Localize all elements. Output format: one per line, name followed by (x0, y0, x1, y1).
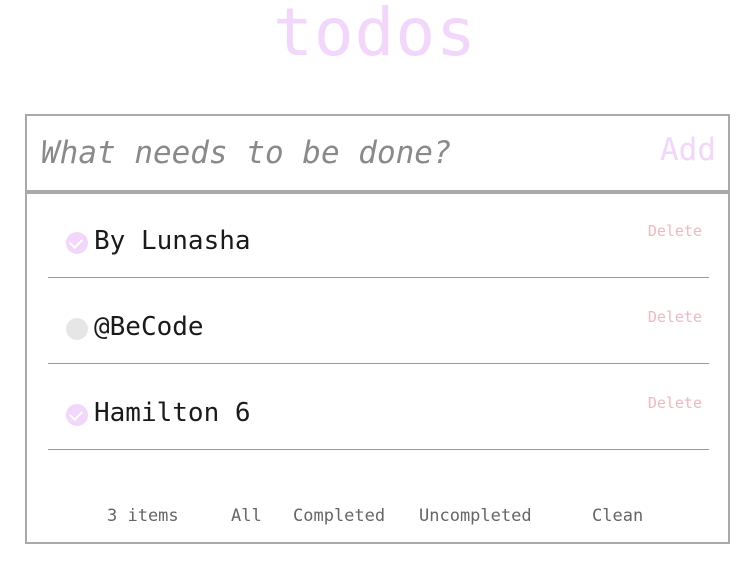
app-title: todos (273, 0, 477, 71)
todo-app: Add By Lunasha Delete @BeCode Delete Ham… (25, 114, 730, 544)
todo-label[interactable]: Hamilton 6 (94, 396, 251, 430)
checkmark-icon[interactable] (66, 232, 88, 254)
todo-item: @BeCode Delete (48, 278, 709, 364)
unchecked-circle-icon[interactable] (66, 318, 88, 340)
todo-list: By Lunasha Delete @BeCode Delete Hamilto… (48, 192, 709, 450)
new-todo-row: Add (27, 116, 728, 194)
delete-button[interactable]: Delete (648, 394, 702, 412)
new-todo-input[interactable] (41, 130, 641, 176)
filter-completed[interactable]: Completed (293, 506, 385, 526)
checkmark-icon[interactable] (66, 404, 88, 426)
todo-item: Hamilton 6 Delete (48, 364, 709, 450)
todo-label[interactable]: By Lunasha (94, 224, 251, 258)
delete-button[interactable]: Delete (648, 222, 702, 240)
clean-button[interactable]: Clean (592, 506, 643, 526)
filter-uncompleted[interactable]: Uncompleted (419, 506, 532, 526)
todo-footer: 3 items All Completed Uncompleted Clean (27, 506, 728, 530)
filter-all[interactable]: All (231, 506, 262, 526)
todo-label[interactable]: @BeCode (94, 310, 204, 344)
items-count: 3 items (107, 506, 179, 526)
todo-item: By Lunasha Delete (48, 192, 709, 278)
delete-button[interactable]: Delete (648, 308, 702, 326)
add-button[interactable]: Add (660, 132, 716, 168)
